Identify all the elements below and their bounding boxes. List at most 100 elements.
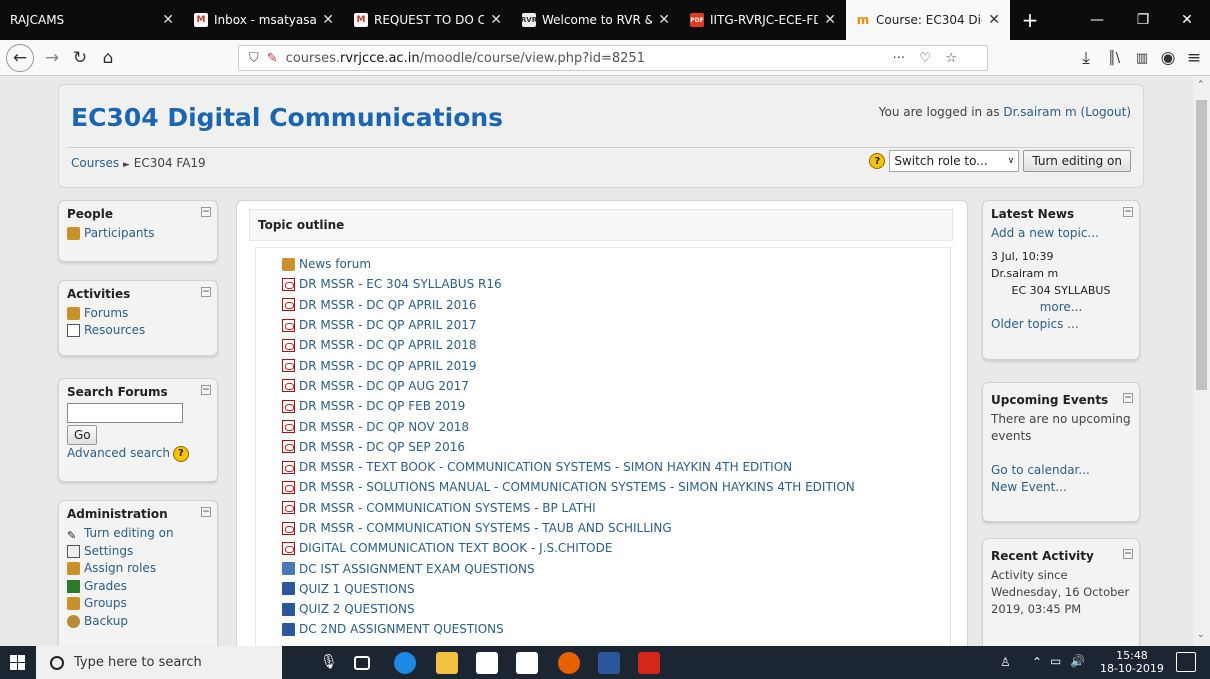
- tab-course-active[interactable]: m Course: EC304 Digital✕: [846, 0, 1010, 40]
- taskbar-search-input[interactable]: Type here to search: [36, 646, 282, 679]
- vertical-scrollbar[interactable]: ⌃ ⌄: [1193, 76, 1210, 646]
- word-icon[interactable]: [598, 652, 620, 674]
- topic-link[interactable]: DR MSSR - COMMUNICATION SYSTEMS - TAUB A…: [299, 521, 672, 535]
- user-link[interactable]: Dr.sairam m: [1003, 105, 1076, 119]
- account-icon[interactable]: ◉: [1154, 44, 1182, 72]
- close-window-icon[interactable]: ✕: [1164, 0, 1210, 40]
- collapse-icon[interactable]: −: [1123, 207, 1133, 217]
- assign-roles-link[interactable]: Assign roles: [84, 560, 156, 578]
- new-tab-button[interactable]: +: [1010, 0, 1050, 40]
- restore-icon[interactable]: ❐: [1120, 0, 1166, 40]
- collapse-icon[interactable]: −: [1123, 549, 1133, 559]
- firefox-icon[interactable]: [558, 652, 580, 674]
- settings-link[interactable]: Settings: [84, 543, 133, 561]
- file-explorer-icon[interactable]: [436, 652, 458, 674]
- windows-start-icon[interactable]: [10, 655, 25, 670]
- logout-link[interactable]: (Logout): [1081, 105, 1131, 119]
- topic-link[interactable]: DR MSSR - DC QP APRIL 2016: [299, 298, 477, 312]
- topic-link[interactable]: DR MSSR - TEXT BOOK - COMMUNICATION SYST…: [299, 460, 792, 474]
- scroll-up-icon[interactable]: ⌃: [1197, 80, 1205, 90]
- close-tab-icon[interactable]: ✕: [162, 12, 174, 28]
- help-icon[interactable]: ?: [172, 445, 189, 462]
- new-event-link[interactable]: New Event...: [991, 479, 1131, 496]
- collapse-icon[interactable]: −: [201, 287, 211, 297]
- store-icon[interactable]: [516, 652, 538, 674]
- topic-link[interactable]: DR MSSR - DC QP APRIL 2018: [299, 338, 477, 352]
- topic-link[interactable]: QUIZ 2 QUESTIONS: [299, 602, 415, 616]
- volume-icon[interactable]: 🔊: [1070, 654, 1085, 668]
- topic-link[interactable]: DR MSSR - DC QP AUG 2017: [299, 379, 469, 393]
- go-to-calendar-link[interactable]: Go to calendar...: [991, 462, 1131, 479]
- scroll-down-icon[interactable]: ⌄: [1197, 630, 1205, 640]
- older-topics-link[interactable]: Older topics ...: [991, 317, 1079, 331]
- tab-fdp-pdf[interactable]: PDF IITG-RVRJC-ECE-FDP-✕: [680, 0, 846, 40]
- topic-link[interactable]: DIGITAL COMMUNICATION TEXT BOOK - J.S.CH…: [299, 541, 612, 555]
- reload-icon[interactable]: ↻: [66, 44, 94, 72]
- tab-request[interactable]: M REQUEST TO DO COR✕: [344, 0, 512, 40]
- topic-link[interactable]: News forum: [299, 257, 371, 271]
- backup-link[interactable]: Backup: [84, 613, 128, 631]
- close-tab-icon[interactable]: ✕: [988, 12, 1000, 28]
- tab-inbox[interactable]: M Inbox - msatyasairam✕: [184, 0, 344, 40]
- clock[interactable]: 15:48 18-10-2019: [1100, 649, 1164, 675]
- close-tab-icon[interactable]: ✕: [658, 12, 670, 28]
- groups-link[interactable]: Groups: [84, 595, 127, 613]
- close-tab-icon[interactable]: ✕: [824, 12, 836, 28]
- url-bar[interactable]: ⛉ ✎ courses. rvrjcce.ac.in/moodle/course/…: [238, 45, 988, 71]
- turn-editing-on-button[interactable]: Turn editing on: [1023, 150, 1131, 172]
- close-tab-icon[interactable]: ✕: [322, 12, 334, 28]
- go-button[interactable]: Go: [67, 425, 97, 445]
- menu-icon[interactable]: ≡: [1180, 44, 1208, 72]
- pocket-icon[interactable]: ♡: [919, 51, 931, 66]
- topic-link[interactable]: DR MSSR - DC QP NOV 2018: [299, 420, 469, 434]
- tray-arrow-icon[interactable]: ⌃: [1032, 655, 1042, 669]
- download-icon[interactable]: ⤓: [1072, 44, 1100, 72]
- forward-icon[interactable]: →: [38, 44, 66, 72]
- grades-link[interactable]: Grades: [84, 578, 127, 596]
- notifications-icon[interactable]: [1176, 652, 1196, 672]
- collapse-icon[interactable]: −: [201, 507, 211, 517]
- minimize-icon[interactable]: —: [1074, 0, 1120, 40]
- mail-icon[interactable]: [476, 652, 498, 674]
- scrollbar-thumb[interactable]: [1196, 100, 1207, 390]
- collapse-icon[interactable]: −: [1123, 393, 1133, 403]
- search-forums-input[interactable]: [67, 403, 183, 423]
- advanced-search-link[interactable]: Advanced search: [67, 445, 170, 462]
- topic-link[interactable]: DR MSSR - DC QP SEP 2016: [299, 440, 465, 454]
- edge-icon[interactable]: [394, 652, 416, 674]
- topic-link[interactable]: QUIZ 1 QUESTIONS: [299, 582, 415, 596]
- help-icon[interactable]: ?: [869, 153, 886, 169]
- topic-link[interactable]: DR MSSR - COMMUNICATION SYSTEMS - BP LAT…: [299, 501, 596, 515]
- task-view-icon[interactable]: [354, 656, 370, 670]
- topic-link[interactable]: DR MSSR - SOLUTIONS MANUAL - COMMUNICATI…: [299, 480, 855, 494]
- sidebar-icon[interactable]: ▥: [1128, 44, 1156, 72]
- tab-rvr-welcome[interactable]: RVR Welcome to RVR & JC✕: [512, 0, 680, 40]
- collapse-icon[interactable]: −: [201, 207, 211, 217]
- topic-link[interactable]: DC IST ASSIGNMENT EXAM QUESTIONS: [299, 562, 535, 576]
- participants-link[interactable]: Participants: [84, 225, 155, 242]
- topic-link[interactable]: DR MSSR - DC QP APRIL 2017: [299, 318, 477, 332]
- bookmark-star-icon[interactable]: ☆: [945, 51, 957, 66]
- more-link[interactable]: more...: [1040, 300, 1083, 314]
- back-icon[interactable]: ←: [6, 44, 34, 72]
- tab-rajcams[interactable]: RAJCAMS ✕: [0, 0, 184, 40]
- topic-link[interactable]: DR MSSR - EC 304 SYLLABUS R16: [299, 277, 502, 291]
- topic-link[interactable]: DR MSSR - DC QP APRIL 2019: [299, 359, 477, 373]
- collapse-icon[interactable]: −: [201, 385, 211, 395]
- topic-link[interactable]: DC 2ND ASSIGNMENT QUESTIONS: [299, 622, 504, 636]
- topic-link[interactable]: DR MSSR - DC QP FEB 2019: [299, 399, 465, 413]
- close-tab-icon[interactable]: ✕: [490, 12, 502, 28]
- breadcrumb-courses[interactable]: Courses: [71, 156, 119, 170]
- switch-role-select[interactable]: Switch role to... ∨: [889, 150, 1020, 172]
- people-icon[interactable]: ♙: [1000, 655, 1011, 669]
- microphone-icon[interactable]: 🎙: [320, 654, 338, 670]
- forums-link[interactable]: Forums: [84, 305, 128, 322]
- home-icon[interactable]: ⌂: [94, 44, 122, 72]
- resources-link[interactable]: Resources: [84, 322, 145, 339]
- acrobat-icon[interactable]: [638, 652, 660, 674]
- page-actions-icon[interactable]: ···: [893, 51, 905, 66]
- admin-turn-editing-link[interactable]: Turn editing on: [84, 525, 174, 543]
- network-icon[interactable]: ▭: [1050, 654, 1061, 668]
- library-icon[interactable]: ║\: [1100, 44, 1128, 72]
- add-topic-link[interactable]: Add a new topic...: [991, 226, 1099, 240]
